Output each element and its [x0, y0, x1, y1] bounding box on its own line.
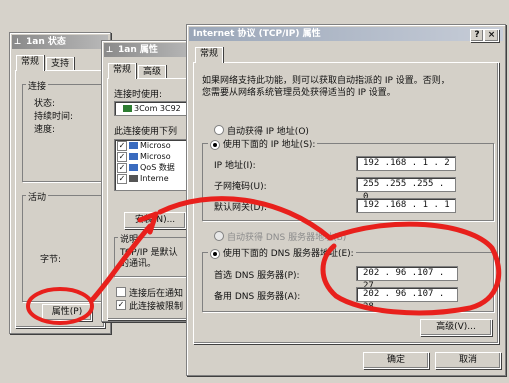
auto-dns-label: 自动获得 DNS 服务器地址(B): [227, 233, 347, 243]
close-button[interactable]: ×: [484, 29, 499, 42]
gateway-label: 默认网关(D):: [214, 203, 267, 213]
components-label: 此连接使用下列: [114, 127, 178, 137]
list-item[interactable]: ✓ Interne: [115, 173, 197, 184]
component-name: Microso: [140, 141, 171, 150]
tab-label: 常规: [21, 57, 40, 67]
description-title: 说明: [118, 232, 141, 245]
help-icon: ?: [474, 30, 480, 40]
dns-group-header: 使用下面的 DNS 服务器地址(E):: [208, 246, 356, 259]
connect-using-label: 连接时使用:: [114, 90, 163, 100]
ok-button[interactable]: 确定: [363, 352, 429, 369]
checkbox[interactable]: ✓: [117, 152, 127, 162]
intro-text: 您需要从网络系统管理员处获得适当的 IP 设置。: [202, 88, 396, 98]
manual-dns-radio[interactable]: [210, 248, 220, 259]
speed-label: 速度:: [34, 125, 56, 135]
preferred-dns-label: 首选 DNS 服务器(P):: [214, 271, 300, 281]
tab-general[interactable]: 常规: [108, 63, 137, 79]
ok-button-label: 确定: [386, 355, 405, 365]
cancel-button-label: 取消: [458, 355, 477, 365]
client-icon: [129, 142, 138, 149]
manual-ip-label: 使用下面的 IP 地址(S):: [222, 140, 316, 150]
auto-ip-radio[interactable]: [214, 125, 224, 135]
notify-label: 此连接被限制: [129, 302, 184, 312]
preferred-dns-field[interactable]: 202 . 96 .107 . 27: [356, 266, 458, 291]
tab-advanced[interactable]: 高级: [138, 65, 167, 79]
ip-address-value: 192 .168 . 1 . 2: [363, 158, 450, 168]
manual-ip-radio[interactable]: [210, 139, 220, 150]
ip-address-field[interactable]: 192 .168 . 1 . 2: [356, 156, 456, 171]
network-icon: ⊥: [14, 37, 22, 46]
adapter-name: 3Com 3C92: [134, 104, 181, 113]
activity-group-label: 活动: [26, 190, 49, 203]
lan-properties-titlebar[interactable]: ⊥ 1an 属性: [104, 43, 196, 57]
properties-button-label: 属性(P): [51, 307, 83, 317]
tab-general[interactable]: 常规: [16, 55, 45, 71]
tab-label: 高级: [143, 67, 162, 77]
component-name: Microso: [140, 152, 171, 161]
lan-status-title: 1an 状态: [26, 37, 66, 47]
tcpip-titlebar[interactable]: Internet 协议 (TCP/IP) 属性: [189, 27, 503, 41]
alternate-dns-label: 备用 DNS 服务器(A):: [214, 292, 301, 302]
lan-properties-window: ⊥ 1an 属性 常规 高级 连接时使用: 3Com 3C92 此连接使用下列 …: [101, 40, 202, 322]
duration-label: 持续时间:: [34, 112, 74, 122]
subnet-mask-label: 子网掩码(U):: [214, 182, 267, 192]
notify-checkbox[interactable]: ✓: [116, 300, 126, 310]
close-icon: ×: [487, 30, 496, 40]
install-button-label: 安装(N)...: [134, 215, 176, 225]
component-name: Interne: [140, 174, 169, 183]
gateway-field[interactable]: 192 .168 . 1 . 1: [356, 198, 456, 213]
properties-button[interactable]: 属性(P): [42, 304, 92, 321]
subnet-mask-field[interactable]: 255 .255 .255 . 0: [356, 177, 456, 202]
lan-properties-title: 1an 属性: [118, 45, 158, 55]
tcpip-panel: 如果网络支持此功能，则可以获取自动指派的 IP 设置。否则， 您需要从网络系统管…: [193, 62, 499, 344]
ip-address-label: IP 地址(I):: [214, 161, 256, 171]
list-item[interactable]: ✓ Microso: [115, 151, 197, 162]
lan-status-titlebar[interactable]: ⊥ 1an 状态: [12, 35, 108, 49]
dns-group: [202, 252, 494, 312]
lan-status-panel: 连接 状态: 持续时间: 速度: 活动 字节: 属性(P): [15, 70, 105, 328]
lan-status-window: ⊥ 1an 状态 常规 支持 连接 状态: 持续时间: 速度: 活动 字节: 属…: [9, 32, 111, 334]
list-item[interactable]: ✓ QoS 数据: [115, 162, 197, 173]
tcpip-properties-window: Internet 协议 (TCP/IP) 属性 ? × 常规 如果网络支持此功能…: [186, 24, 506, 376]
gateway-value: 192 .168 . 1 . 1: [363, 200, 450, 210]
show-icon-label: 连接后在通知: [129, 289, 184, 299]
advanced-button[interactable]: 高级(V)...: [420, 319, 492, 336]
tab-support[interactable]: 支持: [46, 57, 75, 71]
advanced-button-label: 高级(V)...: [436, 322, 476, 332]
show-icon-checkbox[interactable]: [116, 287, 126, 297]
auto-ip-label: 自动获得 IP 地址(O): [227, 127, 309, 137]
checkbox[interactable]: ✓: [117, 174, 127, 184]
bytes-label: 字节:: [40, 255, 62, 265]
cancel-button[interactable]: 取消: [435, 352, 501, 369]
description-text: 的通讯。: [120, 259, 157, 269]
activity-group: [22, 195, 102, 302]
qos-icon: [129, 164, 138, 171]
manual-dns-label: 使用下面的 DNS 服务器地址(E):: [222, 249, 354, 259]
ip-group-header: 使用下面的 IP 地址(S):: [208, 137, 318, 150]
alternate-dns-field[interactable]: 202 . 96 .107 . 28: [356, 287, 458, 312]
adapter-icon: [123, 105, 132, 112]
tcpip-title: Internet 协议 (TCP/IP) 属性: [193, 29, 321, 39]
service-icon: [129, 153, 138, 160]
component-name: QoS 数据: [140, 163, 175, 172]
tab-label: 常规: [113, 65, 132, 75]
connection-group-label: 连接: [26, 79, 49, 92]
tab-general[interactable]: 常规: [195, 47, 224, 63]
checkbox[interactable]: ✓: [117, 163, 127, 173]
status-label: 状态:: [34, 99, 56, 109]
list-item[interactable]: ✓ Microso: [115, 140, 197, 151]
checkbox[interactable]: ✓: [117, 141, 127, 151]
protocol-icon: [129, 175, 138, 182]
network-icon: ⊥: [106, 45, 114, 54]
tab-label: 常规: [200, 49, 219, 59]
tab-label: 支持: [51, 59, 70, 69]
auto-dns-radio[interactable]: [214, 231, 224, 241]
help-button[interactable]: ?: [470, 29, 484, 42]
install-button[interactable]: 安装(N)...: [124, 212, 186, 229]
